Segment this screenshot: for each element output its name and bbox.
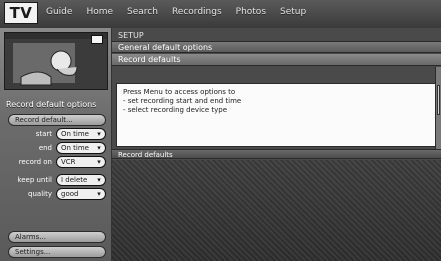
record-on-select[interactable]: VCR ▾ bbox=[56, 156, 106, 168]
field-label-record-on: record on bbox=[18, 158, 52, 166]
end-select-value: On time bbox=[61, 144, 89, 152]
nav-item-search[interactable]: Search bbox=[125, 6, 160, 18]
field-label-quality: quality bbox=[28, 190, 52, 198]
nav-item-recordings[interactable]: Recordings bbox=[170, 6, 224, 18]
scrollbar[interactable] bbox=[435, 67, 441, 149]
field-label-start: start bbox=[35, 130, 52, 138]
nav-item-setup[interactable]: Setup bbox=[278, 6, 308, 18]
nav-item-guide[interactable]: Guide bbox=[44, 6, 74, 18]
breadcrumb: SETUP bbox=[118, 31, 144, 40]
chevron-down-icon: ▾ bbox=[97, 176, 101, 184]
field-row-keep-until: keep until I delete ▾ bbox=[6, 174, 108, 186]
field-label-keep-until: keep until bbox=[17, 176, 52, 184]
screen: TV Guide Home Search Recordings Photos S… bbox=[0, 0, 441, 261]
scrollbar-thumb[interactable] bbox=[437, 85, 440, 115]
field-label-end: end bbox=[38, 144, 52, 152]
top-nav: Guide Home Search Recordings Photos Setu… bbox=[44, 6, 308, 18]
preview-badge bbox=[91, 35, 103, 44]
quality-select[interactable]: good ▾ bbox=[56, 188, 106, 200]
info-line: Press Menu to access options to bbox=[123, 88, 236, 96]
start-select[interactable]: On time ▾ bbox=[56, 128, 106, 140]
lower-section-title: Record defaults bbox=[112, 149, 441, 159]
end-select[interactable]: On time ▾ bbox=[56, 142, 106, 154]
nav-item-photos[interactable]: Photos bbox=[234, 6, 268, 18]
logo: TV bbox=[4, 2, 38, 24]
preview-thumbnail bbox=[4, 32, 108, 90]
keep-until-select[interactable]: I delete ▾ bbox=[56, 174, 106, 186]
start-select-value: On time bbox=[61, 130, 89, 138]
background-pattern bbox=[112, 160, 441, 261]
record-on-select-value: VCR bbox=[61, 158, 76, 166]
chevron-down-icon: ▾ bbox=[97, 190, 101, 198]
nav-item-home[interactable]: Home bbox=[84, 6, 115, 18]
menu-item-record-default[interactable]: Record default... bbox=[8, 114, 106, 126]
top-bar: TV Guide Home Search Recordings Photos S… bbox=[0, 0, 441, 29]
main-panel: SETUP General default options Record def… bbox=[112, 28, 441, 261]
info-line: - set recording start and end time bbox=[123, 97, 242, 105]
chevron-down-icon: ▾ bbox=[97, 144, 101, 152]
field-row-end: end On time ▾ bbox=[6, 142, 108, 154]
left-menu-header: Record default options bbox=[6, 100, 97, 109]
menu-item-alarms[interactable]: Alarms... bbox=[8, 231, 106, 243]
chevron-down-icon: ▾ bbox=[97, 158, 101, 166]
section-title: Record defaults bbox=[112, 54, 441, 66]
chevron-down-icon: ▾ bbox=[97, 130, 101, 138]
info-line: - select recording device type bbox=[123, 106, 228, 114]
field-row-start: start On time ▾ bbox=[6, 128, 108, 140]
field-row-record-on: record on VCR ▾ bbox=[6, 156, 108, 168]
info-panel: Press Menu to access options to - set re… bbox=[116, 83, 441, 147]
keep-until-select-value: I delete bbox=[61, 176, 88, 184]
page-title: General default options bbox=[112, 41, 441, 53]
quality-select-value: good bbox=[61, 190, 79, 198]
left-panel: Record default options Record default...… bbox=[0, 28, 112, 261]
menu-item-settings[interactable]: Settings... bbox=[8, 246, 106, 258]
field-row-quality: quality good ▾ bbox=[6, 188, 108, 200]
